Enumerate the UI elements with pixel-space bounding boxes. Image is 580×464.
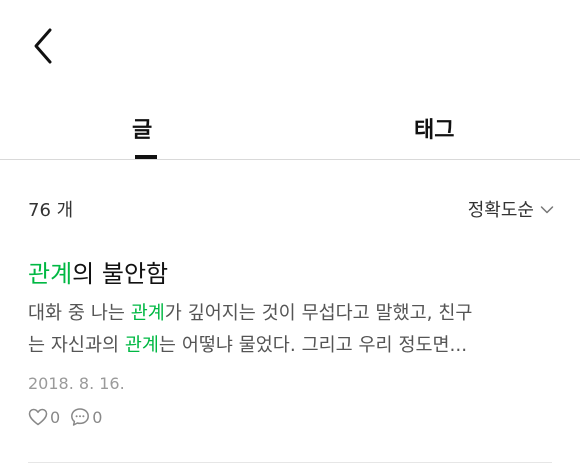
sort-label: 정확도순 bbox=[467, 200, 534, 221]
like-count: 0 bbox=[50, 407, 61, 427]
excerpt-text: 는 어떻냐 물었다. 그리고 우리 정도면... bbox=[158, 335, 468, 356]
comment-count: 0 bbox=[92, 407, 103, 427]
chevron-down-icon bbox=[540, 206, 554, 214]
post-stats: 0 0 bbox=[28, 406, 112, 428]
excerpt-text: 는 자신과의 bbox=[28, 335, 125, 356]
tab-bar: 글 태그 bbox=[0, 100, 580, 160]
list-divider bbox=[28, 462, 552, 463]
comment-icon bbox=[71, 408, 90, 426]
tab-posts-label: 글 bbox=[132, 118, 153, 143]
post-list-item[interactable]: 관계의 불안함 대화 중 나는 관계가 깊어지는 것이 무섭다고 말했고, 친구… bbox=[0, 246, 580, 464]
title-rest: 의 불안함 bbox=[72, 260, 169, 288]
excerpt-text: 가 깊어지는 것이 무섭다고 말했고, 친구 bbox=[164, 303, 473, 324]
tab-posts[interactable]: 글 bbox=[112, 100, 178, 159]
post-date: 2018. 8. 16. bbox=[28, 374, 125, 393]
tab-tags[interactable]: 태그 bbox=[392, 100, 480, 159]
search-results-screen: 글 태그 76 개 정확도순 관계의 불안함 대화 중 나는 관계가 깊어지는 … bbox=[0, 0, 580, 464]
title-highlight: 관계 bbox=[28, 260, 73, 288]
like-button[interactable]: 0 bbox=[28, 408, 60, 427]
comment-button[interactable]: 0 bbox=[70, 407, 102, 427]
excerpt-line: 대화 중 나는 관계가 깊어지는 것이 무섭다고 말했고, 친구 bbox=[28, 298, 552, 330]
excerpt-text: 대화 중 나는 bbox=[28, 303, 131, 324]
tab-divider bbox=[0, 159, 580, 160]
tab-tags-label: 태그 bbox=[414, 118, 455, 143]
post-excerpt: 대화 중 나는 관계가 깊어지는 것이 무섭다고 말했고, 친구 는 자신과의 … bbox=[28, 298, 552, 362]
sort-dropdown[interactable]: 정확도순 bbox=[468, 196, 554, 222]
excerpt-line: 는 자신과의 관계는 어떻냐 물었다. 그리고 우리 정도면... bbox=[28, 330, 552, 362]
back-button[interactable] bbox=[26, 26, 62, 68]
post-title: 관계의 불안함 bbox=[28, 254, 168, 289]
excerpt-highlight: 관계 bbox=[124, 335, 159, 356]
excerpt-highlight: 관계 bbox=[130, 303, 165, 324]
result-count: 76 개 bbox=[28, 200, 74, 221]
heart-icon bbox=[28, 408, 48, 426]
chevron-left-icon bbox=[34, 28, 52, 64]
